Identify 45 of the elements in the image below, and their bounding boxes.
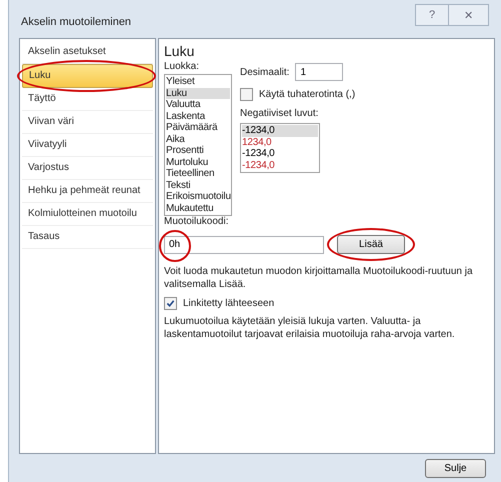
decimals-field[interactable]: 1 (295, 63, 344, 81)
sidebar-item[interactable]: Hehku ja pehmeät reunat (22, 180, 153, 203)
window-title: Akselin muotoileminen (21, 16, 132, 28)
list-item[interactable]: Tieteellinen (166, 168, 230, 180)
list-item[interactable]: Mukautettu (166, 202, 230, 214)
sidebar-item[interactable]: Luku (22, 64, 153, 88)
sidebar-item[interactable]: Täyttö (22, 88, 153, 111)
section-heading: Luku (164, 43, 194, 59)
format-code-field[interactable]: 0h (164, 236, 324, 254)
list-item[interactable]: Laskenta (166, 110, 230, 122)
checkbox[interactable] (164, 297, 177, 310)
sidebar-item[interactable]: Viivan väri (22, 111, 153, 134)
checkbox-label: Linkitetty lähteeseen (183, 298, 274, 309)
category-label: Luokka: (164, 61, 200, 72)
list-item[interactable]: Erikoismuotoilu (166, 191, 230, 202)
help-button[interactable]: ? (415, 4, 449, 26)
list-item[interactable]: 1234,0 (242, 136, 318, 148)
list-item[interactable]: -1234,0 (242, 148, 318, 160)
list-item[interactable]: Murtoluku (166, 156, 230, 168)
list-item[interactable]: Luku (166, 88, 230, 99)
hint-text: Voit luoda mukautetun muodon kirjoittamalla Muotoilukoodi-ruutuun ja valitsemalla Lisää. (164, 266, 474, 291)
close-button[interactable]: Sulje (425, 459, 486, 478)
checkbox-label: Käytä tuhaterotinta (,) (259, 89, 356, 100)
negatives-label: Negatiiviset luvut: (240, 108, 318, 119)
list-item[interactable]: Päivämäärä (166, 122, 230, 134)
sidebar-item[interactable]: Tasaus (22, 226, 153, 249)
sidebar-item[interactable]: Varjostus (22, 157, 153, 180)
list-item[interactable]: -1234,0 (242, 160, 318, 171)
format-code-label: Muotoilukoodi: (164, 216, 228, 227)
list-item[interactable]: Valuutta (166, 99, 230, 110)
decimals-label: Desimaalit: (240, 66, 290, 78)
category-list[interactable]: Yleiset Luku Valuutta Laskenta Päivämäärä Aika Prosentti Murtoluku Tieteellinen Teksti Erikoismuotoilu Mukautettu (164, 74, 232, 216)
list-item[interactable]: Teksti (166, 180, 230, 191)
negative-numbers-list[interactable]: -1234,0 1234,0 -1234,0 -1234,0 (240, 123, 320, 173)
list-item[interactable]: Prosentti (166, 145, 230, 156)
checkbox[interactable] (240, 88, 253, 101)
sidebar-item[interactable]: Viivatyyli (22, 134, 153, 157)
list-item[interactable]: Aika (166, 134, 230, 145)
add-button[interactable]: Lisää (337, 235, 405, 254)
description-text: Lukumuotoilua käytetään yleisiä lukuja varten. Valuutta- ja laskentamuotoilut tarjoavat erilaisia muotoiluja raha-arvoja varten. (164, 316, 456, 341)
list-item[interactable]: Yleiset (166, 76, 230, 88)
annotation-circle (159, 230, 191, 262)
list-item[interactable]: -1234,0 (242, 125, 318, 136)
sidebar-item[interactable]: Kolmiulotteinen muotoilu (22, 203, 153, 226)
close-button[interactable]: ✕ (449, 4, 489, 26)
